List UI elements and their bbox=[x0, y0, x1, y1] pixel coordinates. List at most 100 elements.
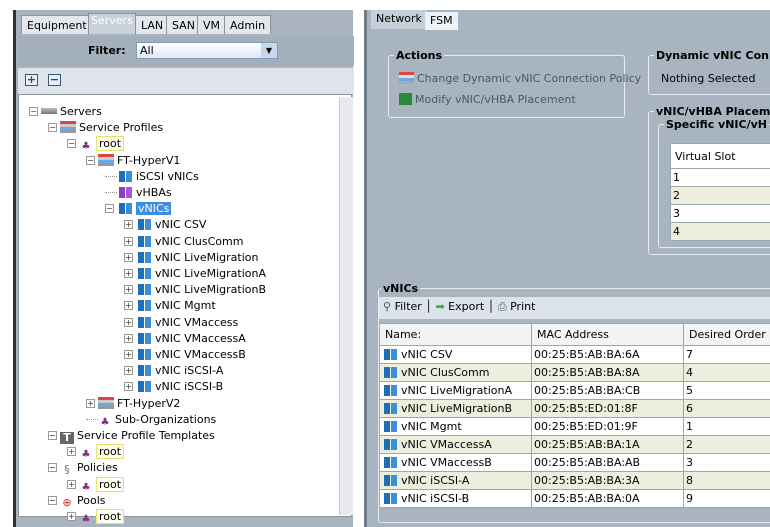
vnic-icon bbox=[117, 203, 133, 215]
collapse-icon[interactable]: − bbox=[86, 155, 95, 165]
tab-servers[interactable]: Servers bbox=[88, 13, 136, 34]
tab-equipment[interactable]: Equipment bbox=[21, 15, 93, 34]
expand-icon[interactable]: + bbox=[124, 252, 133, 262]
tree-item[interactable]: + FT-HyperV2 bbox=[86, 396, 180, 412]
content-panel: Network FSM Actions Change Dynamic vNIC … bbox=[364, 10, 770, 527]
vnic-icon bbox=[136, 349, 152, 360]
slot-row[interactable]: 2 bbox=[670, 186, 770, 205]
name-cell: vNIC VMaccessA bbox=[379, 435, 532, 454]
expand-icon[interactable]: + bbox=[124, 382, 133, 392]
expand-icon[interactable]: + bbox=[124, 350, 133, 359]
expand-icon[interactable]: + bbox=[124, 317, 133, 327]
tree-item[interactable]: iSCSI vNICs bbox=[105, 169, 199, 185]
change-dynamic-vnic-policy-link[interactable]: Change Dynamic vNIC Connection Policy bbox=[399, 72, 641, 85]
name-cell: vNIC iSCSI-B bbox=[379, 489, 532, 508]
tab-fsm[interactable]: FSM bbox=[425, 12, 458, 30]
tab-san[interactable]: SAN bbox=[166, 15, 201, 34]
tree-item[interactable]: + vNIC CSV bbox=[124, 217, 206, 233]
tree-item[interactable]: + vNIC iSCSI-A bbox=[124, 363, 223, 379]
table-row[interactable]: vNIC VMaccessB 00:25:B5:AB:BA:AB 3 bbox=[379, 453, 770, 472]
tree-item[interactable]: + ♣ root bbox=[67, 509, 125, 525]
export-button[interactable]: ➡ Export bbox=[435, 300, 484, 313]
tree-item[interactable]: − Servers bbox=[29, 104, 102, 120]
table-row[interactable]: vNIC CSV 00:25:B5:AB:BA:6A 7 bbox=[379, 345, 770, 364]
column-header[interactable]: Virtual Slot bbox=[670, 143, 770, 169]
slot-row[interactable]: 3 bbox=[670, 204, 770, 223]
table-row[interactable]: vNIC iSCSI-A 00:25:B5:AB:BA:3A 8 bbox=[379, 471, 770, 490]
print-button[interactable]: ⎙ Print bbox=[498, 300, 536, 313]
collapse-icon[interactable]: − bbox=[48, 431, 57, 440]
tree-item[interactable]: + ♣ root bbox=[67, 444, 125, 460]
column-header-order[interactable]: Desired Order bbox=[683, 323, 770, 346]
tree-item[interactable]: ♣ Sub-Organizations bbox=[86, 412, 216, 428]
tree-item[interactable]: + vNIC VMaccessA bbox=[124, 331, 246, 347]
expand-all-button[interactable]: + bbox=[25, 74, 38, 86]
tree-item[interactable]: + vNIC ClusComm bbox=[124, 234, 243, 250]
expand-icon[interactable]: + bbox=[67, 447, 76, 457]
name-cell: vNIC iSCSI-A bbox=[379, 471, 532, 490]
tree-item[interactable]: − § Policies bbox=[48, 460, 118, 476]
expand-icon[interactable]: + bbox=[124, 269, 133, 278]
expand-icon[interactable]: + bbox=[124, 285, 133, 295]
expand-icon[interactable]: + bbox=[67, 512, 76, 521]
tree-item[interactable]: − vNICs bbox=[105, 201, 172, 217]
tree-item[interactable]: − T Service Profile Templates bbox=[48, 428, 215, 444]
table-row[interactable]: vNIC LiveMigrationA 00:25:B5:AB:BA:CB 5 bbox=[379, 381, 770, 400]
tree-scrollbar[interactable] bbox=[339, 97, 353, 515]
organization-icon: ♣ bbox=[81, 141, 91, 153]
tree-item[interactable]: + vNIC Mgmt bbox=[124, 298, 216, 314]
filter-select[interactable]: All ▼ bbox=[136, 42, 278, 59]
collapse-icon[interactable]: − bbox=[105, 204, 114, 214]
slot-row[interactable]: 1 bbox=[670, 168, 770, 187]
tab-admin[interactable]: Admin bbox=[224, 15, 272, 34]
magnifier-icon: ⚲ bbox=[383, 300, 392, 313]
table-row[interactable]: vNIC LiveMigrationB 00:25:B5:ED:01:8F 6 bbox=[379, 399, 770, 418]
tab-vm[interactable]: VM bbox=[197, 15, 227, 34]
expand-icon[interactable]: + bbox=[124, 236, 133, 246]
expand-icon[interactable]: + bbox=[124, 220, 133, 230]
collapse-icon[interactable]: − bbox=[29, 107, 38, 116]
table-toolbar: ⚲ Filter │ ➡ Export │ ⎙ Print bbox=[379, 297, 770, 319]
tree-item-label: vNIC CSV bbox=[155, 218, 207, 232]
column-header-mac[interactable]: MAC Address bbox=[531, 323, 684, 346]
tree-item[interactable]: + vNIC LiveMigrationA bbox=[124, 266, 266, 282]
tree-item-label: vNIC iSCSI-A bbox=[155, 364, 224, 378]
collapse-icon[interactable]: − bbox=[67, 139, 76, 149]
modify-placement-link[interactable]: Modify vNIC/vHBA Placement bbox=[399, 93, 576, 106]
collapse-icon[interactable]: − bbox=[48, 463, 57, 473]
collapse-icon[interactable]: − bbox=[48, 495, 57, 505]
expand-icon[interactable]: + bbox=[67, 479, 76, 489]
tab-network[interactable]: Network bbox=[371, 10, 427, 29]
tree-item[interactable]: + vNIC VMaccessB bbox=[124, 347, 246, 363]
tree-item-label: root bbox=[96, 476, 125, 492]
tab-lan[interactable]: LAN bbox=[135, 15, 170, 34]
tree-item[interactable]: + vNIC LiveMigrationB bbox=[124, 282, 266, 298]
expand-icon[interactable]: + bbox=[124, 333, 133, 343]
column-header-name[interactable]: Name: bbox=[379, 323, 532, 346]
tree-item[interactable]: + vNIC iSCSI-B bbox=[124, 379, 223, 395]
collapse-all-button[interactable]: − bbox=[48, 74, 61, 86]
table-row[interactable]: vNIC iSCSI-B 00:25:B5:AB:BA:0A 9 bbox=[379, 489, 770, 508]
tree-item[interactable]: + vNIC VMaccess bbox=[124, 315, 238, 331]
tree-item[interactable]: − ♣ root bbox=[67, 136, 125, 153]
tree-item[interactable]: − Service Profiles bbox=[48, 120, 163, 136]
expand-icon[interactable]: + bbox=[124, 366, 133, 376]
expand-icon[interactable]: + bbox=[86, 398, 95, 408]
name-cell: vNIC VMaccessB bbox=[379, 453, 532, 472]
slot-row[interactable]: 4 bbox=[670, 222, 770, 241]
collapse-icon[interactable]: − bbox=[48, 123, 57, 133]
dynamic-vnic-group: Dynamic vNIC Con Nothing Selected bbox=[648, 49, 770, 95]
tree-item[interactable]: + ♣ root bbox=[67, 476, 125, 493]
chevron-down-icon: ▼ bbox=[261, 43, 277, 58]
expand-icon[interactable]: + bbox=[124, 301, 133, 311]
table-row[interactable]: vNIC VMaccessA 00:25:B5:AB:BA:1A 2 bbox=[379, 435, 770, 454]
tree-item[interactable]: + vNIC LiveMigration bbox=[124, 250, 259, 266]
tree-item[interactable]: − FT-HyperV1 bbox=[86, 153, 180, 169]
table-row[interactable]: vNIC Mgmt 00:25:B5:ED:01:9F 1 bbox=[379, 417, 770, 436]
filter-button[interactable]: ⚲ Filter bbox=[383, 300, 422, 313]
dynamic-vnic-value: Nothing Selected bbox=[661, 72, 756, 85]
table-row[interactable]: vNIC ClusComm 00:25:B5:AB:BA:8A 4 bbox=[379, 363, 770, 382]
tree-item[interactable]: vHBAs bbox=[105, 185, 172, 201]
tree-item[interactable]: − ⊕ Pools bbox=[48, 493, 106, 509]
vnic-icon bbox=[136, 284, 152, 296]
